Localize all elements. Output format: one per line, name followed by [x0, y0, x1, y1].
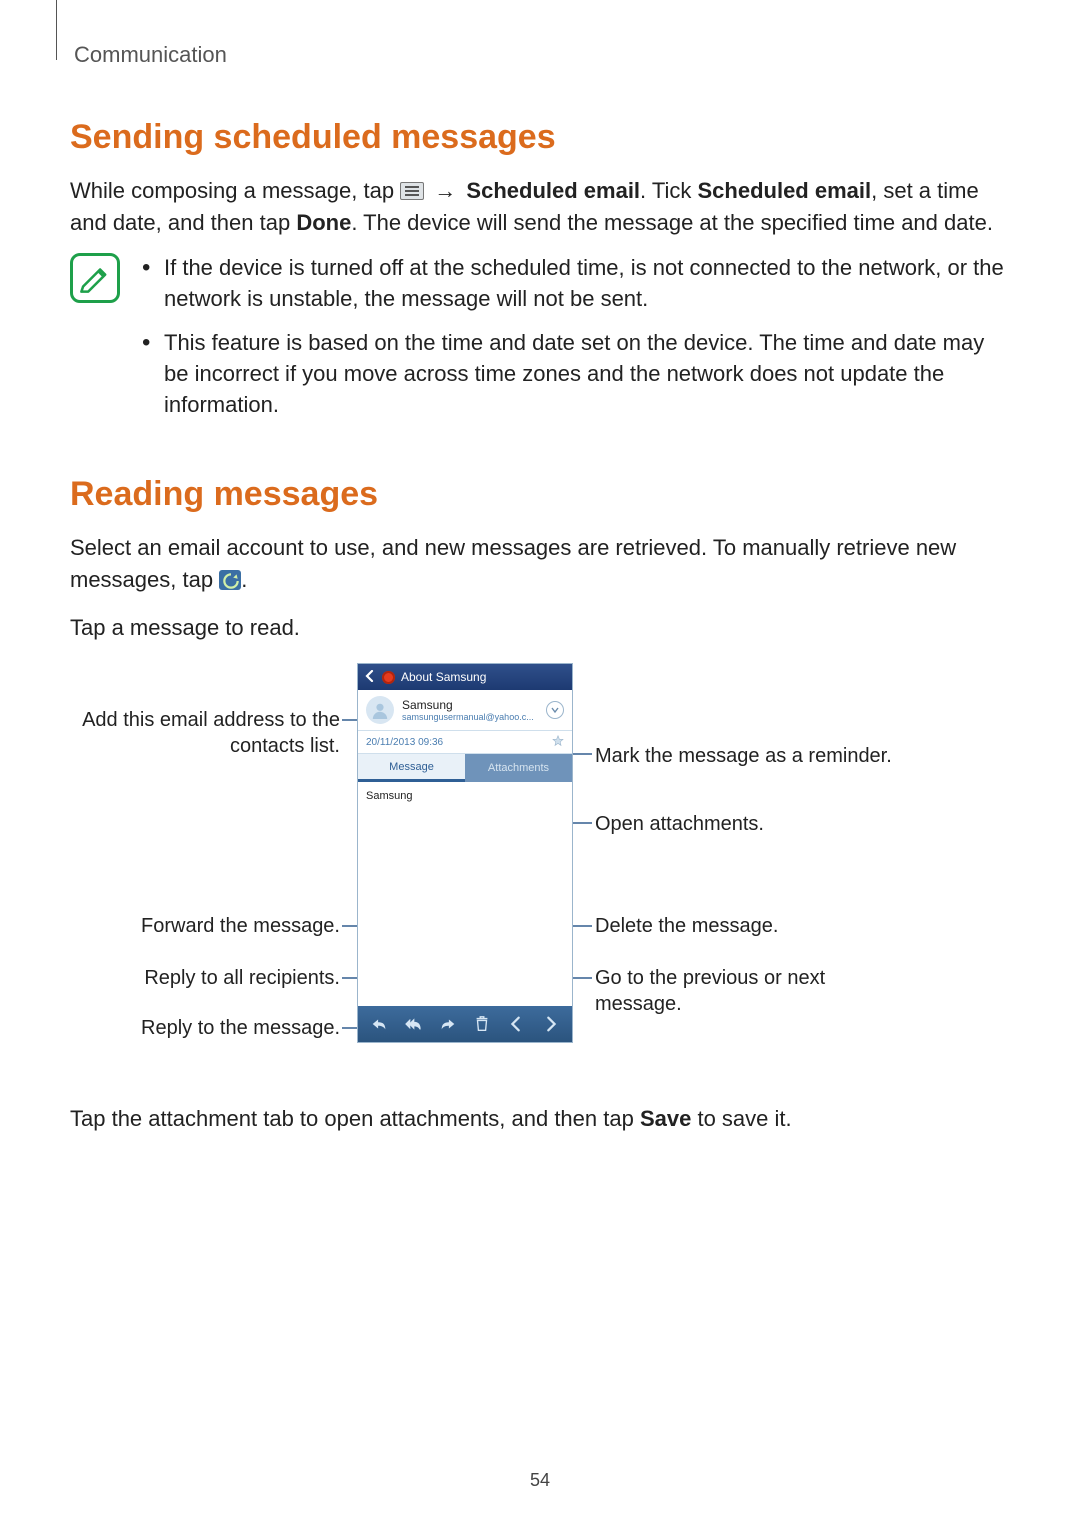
attachment-paragraph: Tap the attachment tab to open attachmen…	[70, 1103, 1010, 1135]
bold-scheduled-email-2: Scheduled email	[698, 178, 872, 203]
refresh-icon	[219, 570, 241, 590]
callout-reply: Reply to the message.	[70, 1015, 340, 1041]
text: Select an email account to use, and new …	[70, 535, 956, 592]
section1-paragraph: While composing a message, tap → Schedul…	[70, 175, 1010, 239]
sender-email: samsungusermanual@yahoo.c...	[402, 712, 538, 722]
email-titlebar[interactable]: About Samsung	[358, 664, 572, 690]
arrow-icon: →	[430, 178, 460, 203]
heading-sending-scheduled: Sending scheduled messages	[70, 118, 1010, 157]
page-number: 54	[0, 1470, 1080, 1491]
bold-scheduled-email: Scheduled email	[466, 178, 640, 203]
note-icon	[70, 253, 120, 303]
forward-button[interactable]	[438, 1014, 458, 1034]
menu-icon	[400, 182, 424, 200]
email-body: Samsung	[358, 782, 572, 997]
text: Tap the attachment tab to open attachmen…	[70, 1106, 640, 1131]
callout-open-attachments: Open attachments.	[595, 811, 915, 837]
bold-done: Done	[296, 210, 351, 235]
text: to save it.	[691, 1106, 791, 1131]
chapter-title: Communication	[74, 42, 1010, 68]
section2-paragraph2: Tap a message to read.	[70, 612, 1010, 644]
app-badge-icon	[382, 671, 395, 684]
heading-reading-messages: Reading messages	[70, 475, 1010, 514]
reply-all-button[interactable]	[403, 1014, 423, 1034]
reply-button[interactable]	[369, 1014, 389, 1034]
note-block: If the device is turned off at the sched…	[70, 253, 1010, 435]
tab-message[interactable]: Message	[358, 754, 465, 782]
text: . The device will send the message at th…	[351, 210, 993, 235]
text: While composing a message, tap	[70, 178, 400, 203]
sender-avatar[interactable]	[366, 696, 394, 724]
figure-reading-message: Add this email address to the contacts l…	[70, 663, 1010, 1073]
expand-sender-button[interactable]	[546, 701, 564, 719]
callout-forward: Forward the message.	[70, 913, 340, 939]
prev-message-button[interactable]	[506, 1014, 526, 1034]
email-subject: About Samsung	[401, 670, 486, 684]
text: . Tick	[640, 178, 697, 203]
note-item: If the device is turned off at the sched…	[142, 253, 1010, 315]
callout-add-contact: Add this email address to the contacts l…	[70, 707, 340, 759]
callout-delete: Delete the message.	[595, 913, 915, 939]
callout-reminder: Mark the message as a reminder.	[595, 743, 915, 769]
phone-screenshot: About Samsung Samsung samsungusermanual@…	[357, 663, 573, 1043]
back-icon[interactable]	[364, 670, 376, 685]
callout-prev-next: Go to the previous or next message.	[595, 965, 915, 1017]
bold-save: Save	[640, 1106, 691, 1131]
next-message-button[interactable]	[541, 1014, 561, 1034]
note-item: This feature is based on the time and da…	[142, 328, 1010, 420]
section2-paragraph1: Select an email account to use, and new …	[70, 532, 1010, 596]
star-icon[interactable]	[552, 735, 564, 750]
email-toolbar	[358, 1006, 572, 1042]
tab-attachments[interactable]: Attachments	[465, 754, 572, 782]
text: .	[241, 567, 247, 592]
delete-button[interactable]	[472, 1014, 492, 1034]
email-date: 20/11/2013 09:36	[366, 737, 443, 748]
sender-name: Samsung	[402, 698, 538, 712]
callout-reply-all: Reply to all recipients.	[70, 965, 340, 991]
